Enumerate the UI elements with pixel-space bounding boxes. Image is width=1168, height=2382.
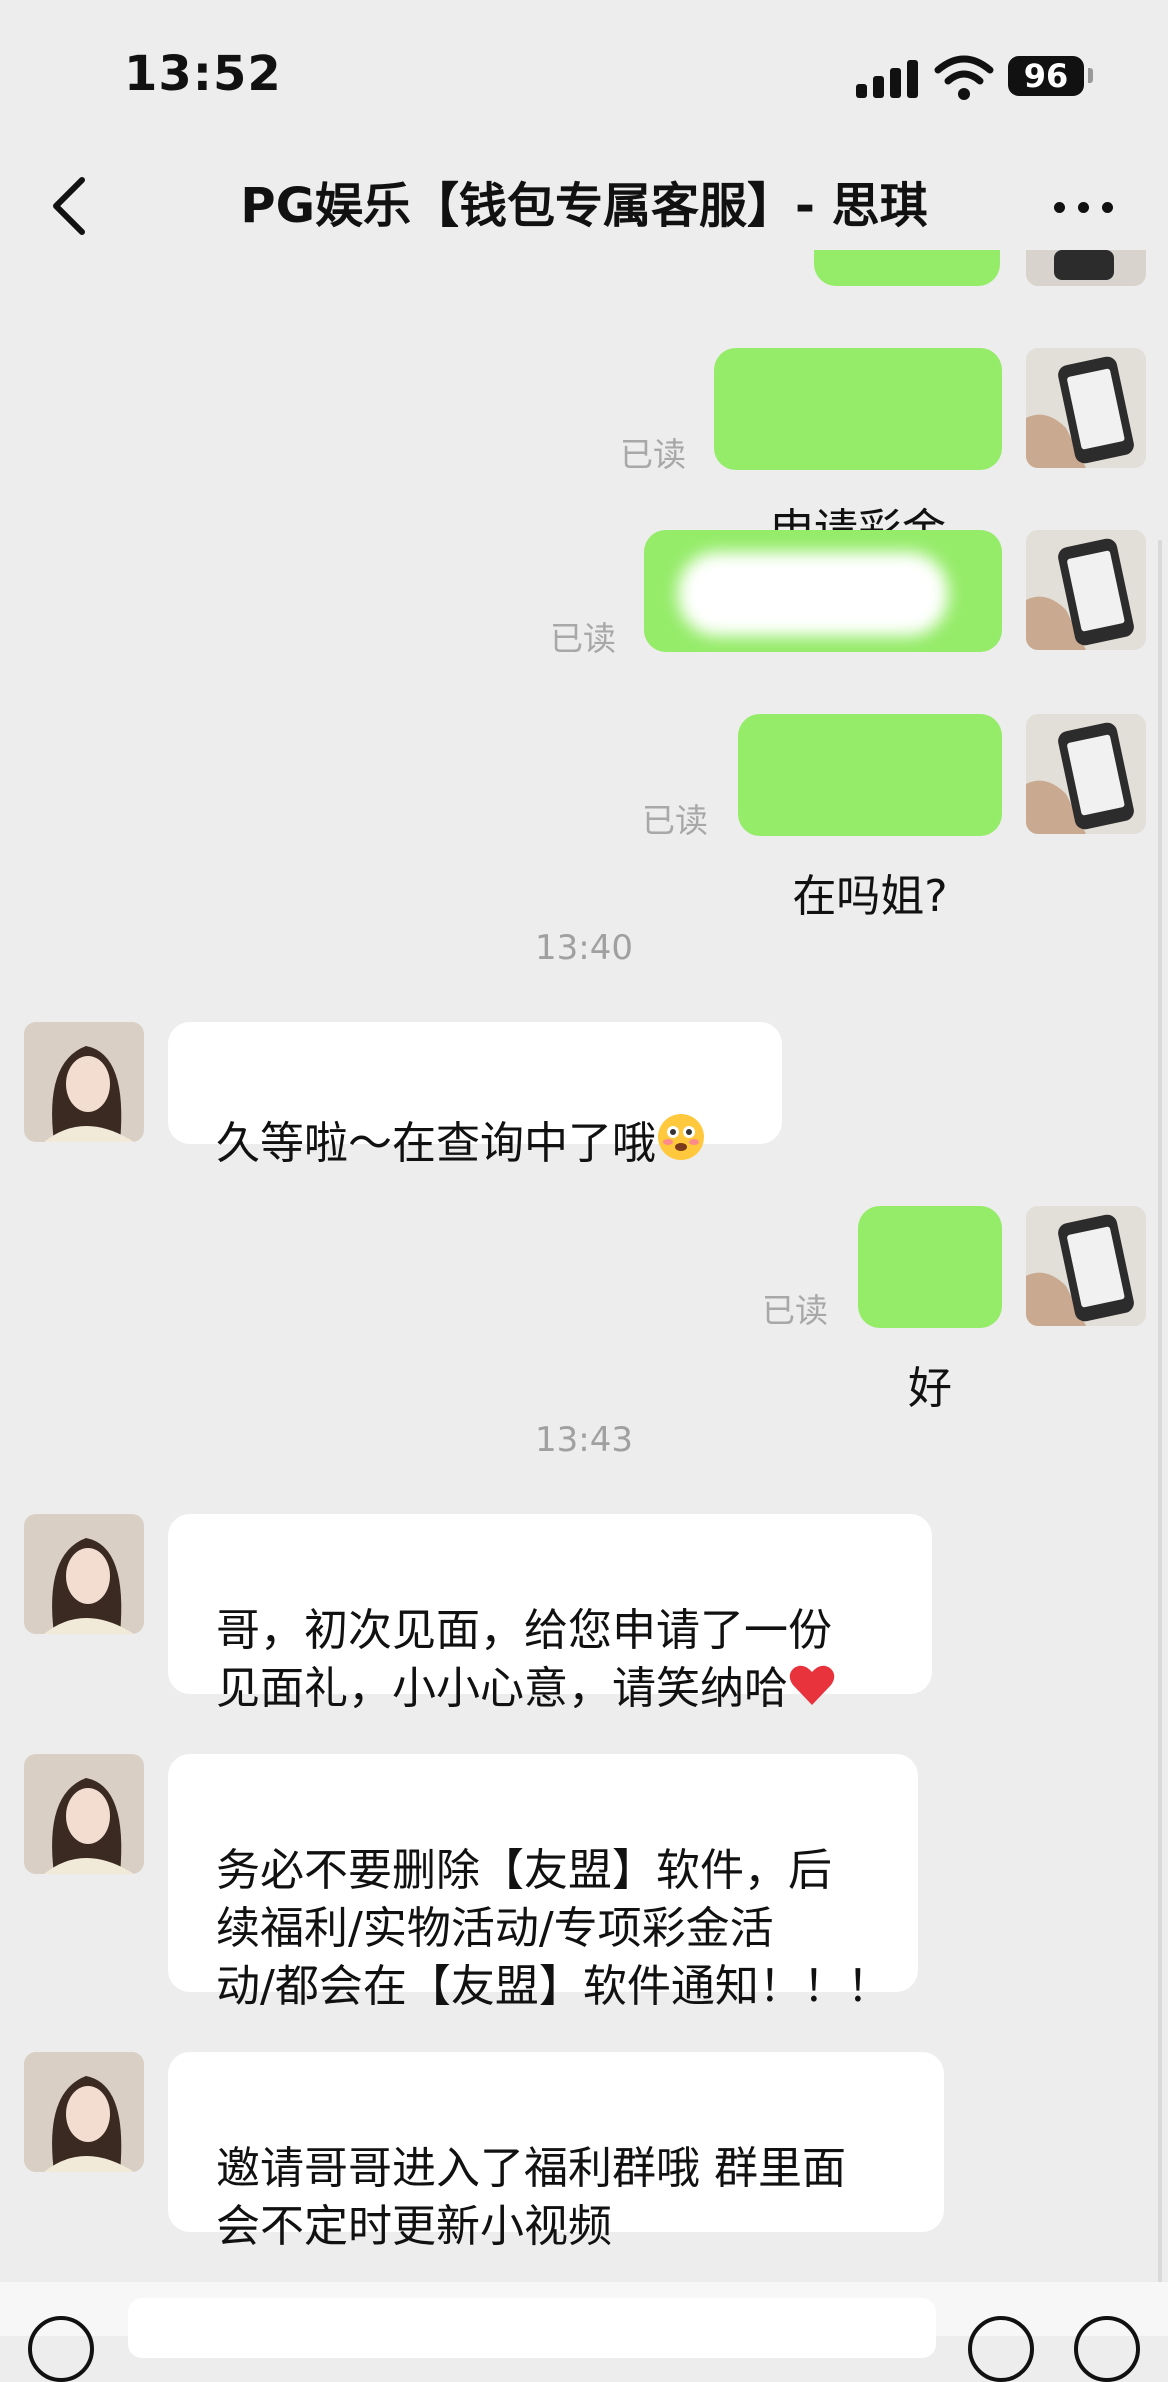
message-text: 务必不要删除【友盟】软件，后 续福利/实物活动/专项彩金活 动/都会在【友盟】软…: [216, 1845, 891, 2012]
my-avatar-partial[interactable]: [1026, 250, 1146, 286]
status-bar: 13:52 96: [0, 0, 1168, 150]
read-status: 已读: [550, 619, 616, 658]
message-bubble[interactable]: 申请彩金: [714, 348, 1002, 556]
message-bubble-redacted[interactable]: [644, 530, 1002, 652]
read-status: 已读: [642, 801, 708, 840]
my-avatar[interactable]: [1026, 1206, 1146, 1326]
contact-avatar[interactable]: [24, 1022, 144, 1142]
message-text: 邀请哥哥进入了福利群哦 群里面 会不定时更新小视频: [216, 2143, 846, 2252]
emoji-icon[interactable]: [968, 2316, 1034, 2382]
message-bubble-partial: [814, 250, 1000, 286]
cellular-signal-icon: [856, 58, 920, 98]
input-bar: [0, 2282, 1168, 2382]
message-bubble[interactable]: 好: [858, 1206, 1002, 1414]
contact-avatar[interactable]: [24, 1754, 144, 1874]
red-heart-icon: [789, 1665, 835, 1705]
read-status: 已读: [620, 435, 686, 474]
status-time: 13:52: [124, 46, 282, 102]
more-dots-icon[interactable]: [1052, 186, 1116, 226]
my-avatar[interactable]: [1026, 348, 1146, 468]
message-bubble[interactable]: 务必不要删除【友盟】软件，后 续福利/实物活动/专项彩金活 动/都会在【友盟】软…: [168, 1754, 918, 2012]
battery-icon: 96: [1008, 56, 1084, 96]
flushed-face-icon: [658, 1114, 704, 1160]
wifi-icon: [934, 55, 994, 100]
message-text: 久等啦～在查询中了哦: [216, 1118, 656, 1169]
contact-avatar[interactable]: [24, 1514, 144, 1634]
my-avatar[interactable]: [1026, 714, 1146, 834]
voice-icon[interactable]: [28, 2316, 94, 2382]
message-bubble[interactable]: 邀请哥哥进入了福利群哦 群里面 会不定时更新小视频: [168, 2052, 944, 2252]
message-text: 好: [908, 1363, 952, 1414]
contact-avatar[interactable]: [24, 2052, 144, 2172]
chat-title: PG娱乐【钱包专属客服】- 思琪: [240, 178, 928, 234]
timestamp: 13:40: [535, 928, 633, 968]
plus-icon[interactable]: [1074, 2316, 1140, 2382]
chevron-left-icon[interactable]: [44, 174, 100, 238]
message-bubble[interactable]: 哥，初次见面，给您申请了一份 见面礼，小小心意，请笑纳哈: [168, 1514, 932, 1714]
message-input[interactable]: [128, 2298, 936, 2358]
message-text: 哥，初次见面，给您申请了一份 见面礼，小小心意，请笑纳哈: [216, 1605, 832, 1714]
message-bubble[interactable]: 在吗姐?: [738, 714, 1002, 922]
message-bubble[interactable]: 久等啦～在查询中了哦: [168, 1022, 782, 1169]
battery-tip: [1088, 68, 1093, 83]
read-status: 已读: [762, 1291, 828, 1330]
redaction-blur: [678, 552, 948, 636]
timestamp: 13:43: [535, 1420, 633, 1460]
message-text: 在吗姐?: [792, 871, 948, 922]
my-avatar[interactable]: [1026, 530, 1146, 650]
scrollbar[interactable]: [1158, 540, 1162, 2320]
